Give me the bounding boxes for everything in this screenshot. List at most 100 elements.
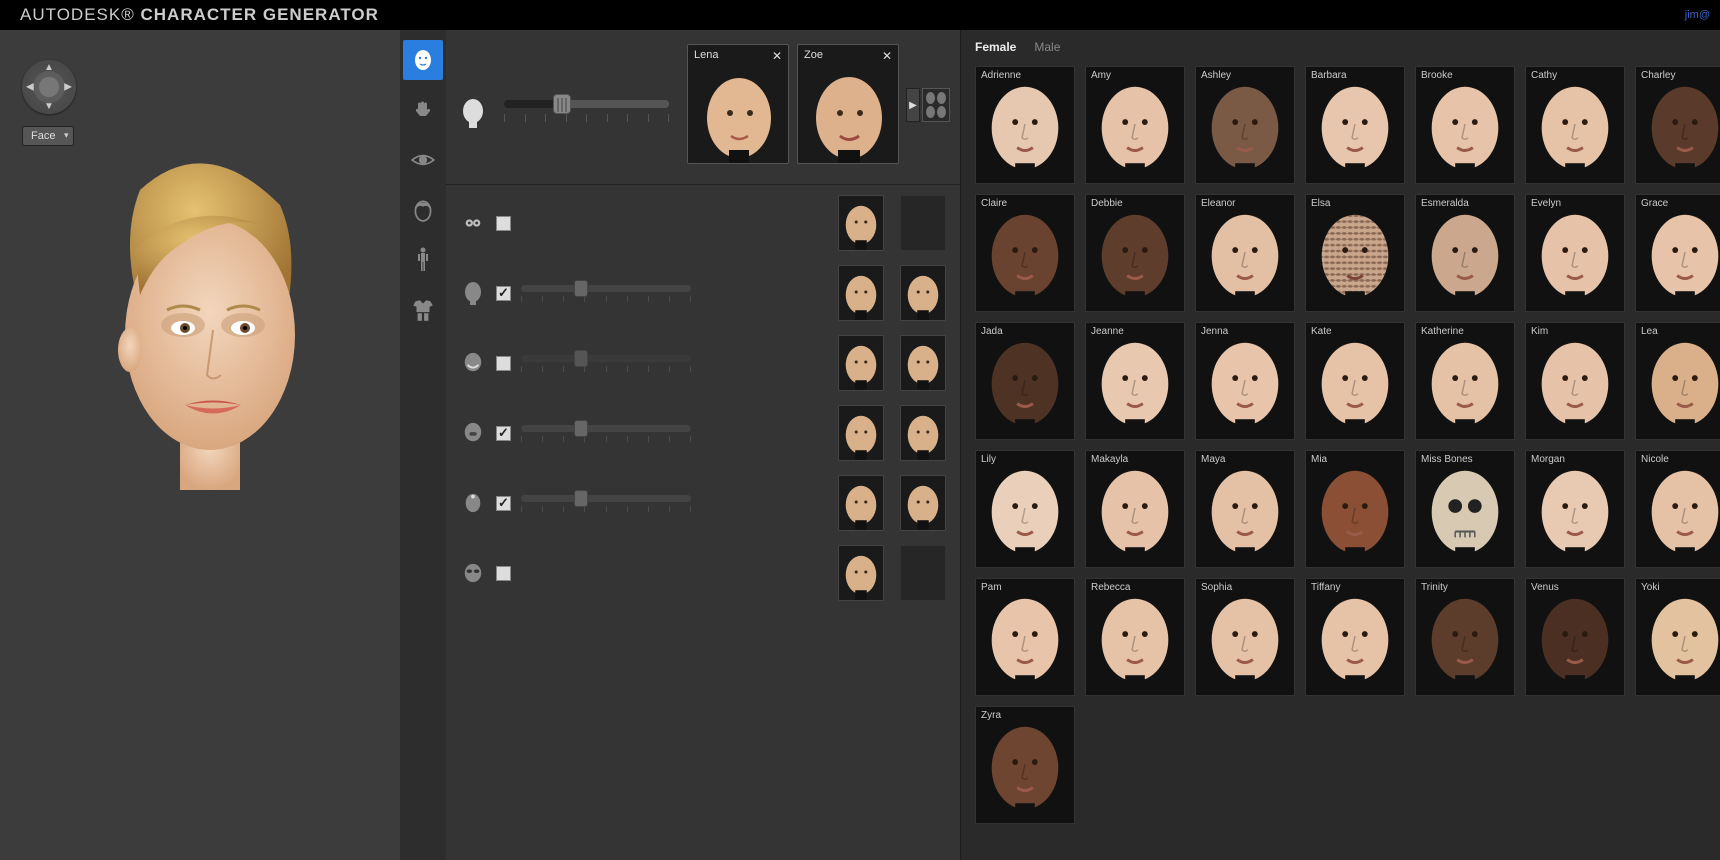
close-icon[interactable]: ✕ — [772, 49, 782, 63]
body-tool-icon[interactable] — [403, 240, 443, 280]
library-preset-name: Venus — [1531, 582, 1559, 593]
hand-tool-icon[interactable] — [403, 90, 443, 130]
library-preset-name: Elsa — [1311, 198, 1330, 209]
library-preset-name: Lea — [1641, 326, 1658, 337]
library-preset[interactable]: Pam — [975, 578, 1075, 696]
close-icon[interactable]: ✕ — [882, 49, 892, 63]
library-preset[interactable]: Adrienne — [975, 66, 1075, 184]
library-preset[interactable]: Charley — [1635, 66, 1720, 184]
feature-slot-b[interactable] — [900, 405, 946, 461]
feature-blend-slider[interactable] — [521, 355, 691, 372]
user-account-link[interactable]: jim@ — [1685, 9, 1710, 21]
library-preset[interactable]: Trinity — [1415, 578, 1515, 696]
hair-tool-icon[interactable] — [403, 190, 443, 230]
feature-enable-checkbox[interactable] — [496, 426, 511, 441]
feature-slot-a[interactable] — [838, 405, 884, 461]
library-preset[interactable]: Evelyn — [1525, 194, 1625, 312]
library-preset[interactable]: Eleanor — [1195, 194, 1295, 312]
feature-blend-slider[interactable] — [521, 285, 691, 302]
library-preset[interactable]: Ashley — [1195, 66, 1295, 184]
tool-strip — [400, 30, 446, 860]
feature-slot-b[interactable] — [900, 545, 946, 601]
feature-blend-slider[interactable] — [521, 495, 691, 512]
library-preset[interactable]: Lea — [1635, 322, 1720, 440]
head-icon — [460, 280, 486, 306]
feature-slot-a[interactable] — [838, 545, 884, 601]
library-preset-name: Nicole — [1641, 454, 1669, 465]
library-preset[interactable]: Makayla — [1085, 450, 1185, 568]
library-preset[interactable]: Jada — [975, 322, 1075, 440]
library-preset[interactable]: Katherine — [1415, 322, 1515, 440]
library-preset[interactable]: Elsa — [1305, 194, 1405, 312]
feature-enable-checkbox[interactable] — [496, 286, 511, 301]
feature-row — [460, 475, 946, 531]
library-preset-name: Rebecca — [1091, 582, 1130, 593]
feature-enable-checkbox[interactable] — [496, 356, 511, 371]
library-preset[interactable]: Grace — [1635, 194, 1720, 312]
feature-enable-checkbox[interactable] — [496, 496, 511, 511]
blend-slot-b[interactable]: Zoe ✕ — [797, 44, 899, 164]
feature-slot-b[interactable] — [900, 475, 946, 531]
feature-slot-b[interactable] — [900, 195, 946, 251]
library-preset[interactable]: Maya — [1195, 450, 1295, 568]
tab-female[interactable]: Female — [975, 40, 1016, 54]
library-preset[interactable]: Tiffany — [1305, 578, 1405, 696]
blend-slot-a[interactable]: Lena ✕ — [687, 44, 789, 164]
feature-enable-checkbox[interactable] — [496, 566, 511, 581]
library-preset-name: Jenna — [1201, 326, 1228, 337]
library-preset[interactable]: Kim — [1525, 322, 1625, 440]
library-preset[interactable]: Lily — [975, 450, 1075, 568]
library-preset[interactable]: Sophia — [1195, 578, 1295, 696]
multi-slot-toggle[interactable]: ▶ — [906, 88, 950, 122]
feature-blend-slider[interactable] — [521, 425, 691, 442]
library-preset-name: Katherine — [1421, 326, 1464, 337]
library-preset[interactable]: Amy — [1085, 66, 1185, 184]
library-preset[interactable]: Mia — [1305, 450, 1405, 568]
library-preset[interactable]: Esmeralda — [1415, 194, 1515, 312]
library-preset-name: Miss Bones — [1421, 454, 1473, 465]
feature-slot-a[interactable] — [838, 475, 884, 531]
feature-enable-checkbox[interactable] — [496, 216, 511, 231]
library-preset[interactable]: Miss Bones — [1415, 450, 1515, 568]
library-preset-name: Claire — [981, 198, 1007, 209]
library-preset[interactable]: Nicole — [1635, 450, 1720, 568]
orbit-up-icon[interactable]: ▲ — [44, 62, 54, 73]
library-preset[interactable]: Debbie — [1085, 194, 1185, 312]
feature-slot-b[interactable] — [900, 265, 946, 321]
feature-slot-a[interactable] — [838, 265, 884, 321]
feature-slot-a[interactable] — [838, 335, 884, 391]
preview-viewport[interactable]: ▲ ▼ ◀ ▶ Face — [0, 30, 400, 860]
orbit-camera-widget[interactable]: ▲ ▼ ◀ ▶ — [22, 60, 76, 114]
orbit-center-icon[interactable] — [39, 77, 59, 97]
feature-row — [460, 265, 946, 321]
library-preset[interactable]: Jenna — [1195, 322, 1295, 440]
library-preset[interactable]: Morgan — [1525, 450, 1625, 568]
library-preset-name: Zyra — [981, 710, 1001, 721]
library-tabs: Female Male — [961, 30, 1720, 66]
library-preset[interactable]: Venus — [1525, 578, 1625, 696]
library-preset-name: Jada — [981, 326, 1003, 337]
feature-slot-b[interactable] — [900, 335, 946, 391]
library-preset[interactable]: Zyra — [975, 706, 1075, 824]
orbit-left-icon[interactable]: ◀ — [26, 82, 34, 93]
view-dropdown[interactable]: Face — [22, 126, 74, 146]
eye-tool-icon[interactable] — [403, 140, 443, 180]
blend-slot-b-label: Zoe — [804, 49, 823, 61]
library-preset[interactable]: Brooke — [1415, 66, 1515, 184]
master-blend-slider[interactable] — [504, 100, 669, 122]
feature-slot-a[interactable] — [838, 195, 884, 251]
orbit-right-icon[interactable]: ▶ — [64, 82, 72, 93]
library-preset[interactable]: Jeanne — [1085, 322, 1185, 440]
library-preset[interactable]: Claire — [975, 194, 1075, 312]
library-preset[interactable]: Yoki — [1635, 578, 1720, 696]
tab-male[interactable]: Male — [1034, 40, 1060, 54]
library-preset[interactable]: Cathy — [1525, 66, 1625, 184]
library-preset[interactable]: Barbara — [1305, 66, 1405, 184]
multi-grid-icon[interactable] — [922, 88, 950, 122]
clothing-tool-icon[interactable] — [403, 290, 443, 330]
orbit-down-icon[interactable]: ▼ — [44, 101, 54, 112]
library-preset[interactable]: Rebecca — [1085, 578, 1185, 696]
library-preset[interactable]: Kate — [1305, 322, 1405, 440]
expand-arrow-icon[interactable]: ▶ — [906, 88, 920, 122]
face-tool-icon[interactable] — [403, 40, 443, 80]
